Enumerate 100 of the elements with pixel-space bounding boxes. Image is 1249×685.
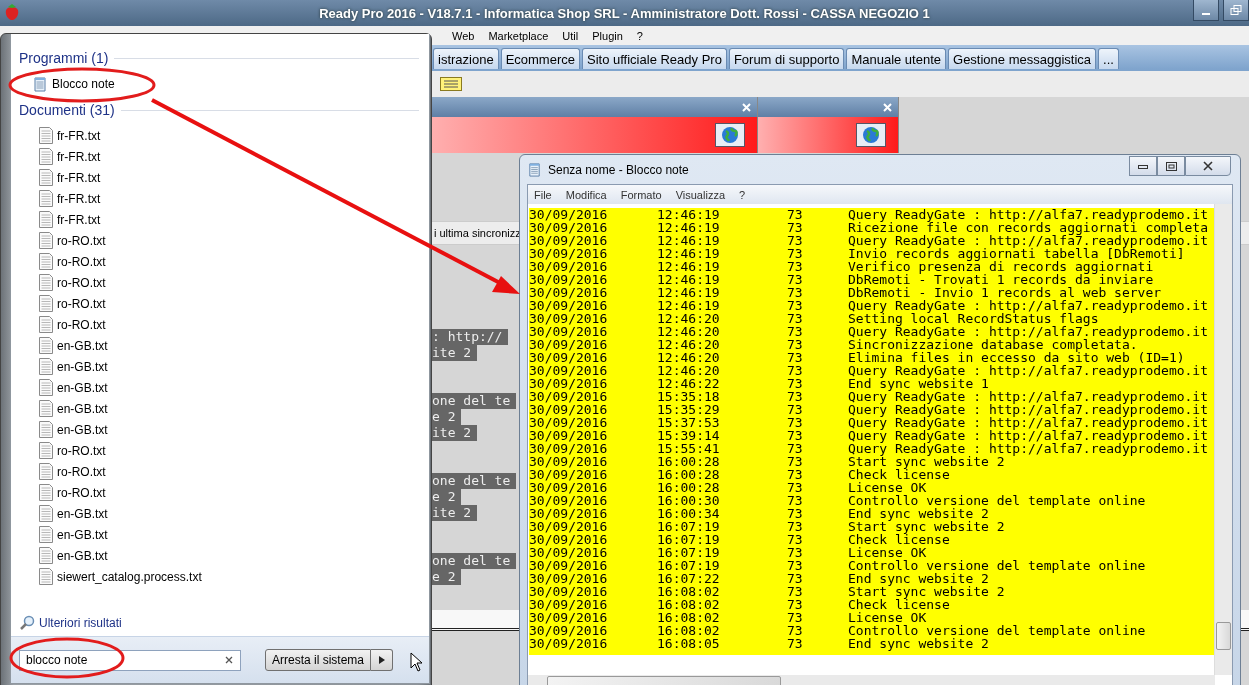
tab[interactable]: istrazione	[433, 48, 499, 69]
log-code: 73	[787, 507, 804, 520]
log-code: 73	[787, 312, 804, 325]
search-result[interactable]: en-GB.txt	[19, 524, 429, 545]
tab[interactable]: Ecommerce	[500, 48, 580, 69]
menu-item[interactable]: File	[534, 188, 552, 201]
log-date: 30/09/2016	[529, 585, 609, 598]
log-time: 12:46:20	[657, 364, 721, 377]
log-code: 73	[787, 247, 804, 260]
search-result[interactable]: siewert_catalog.process.txt	[19, 566, 429, 587]
log-time: 16:00:28	[657, 468, 721, 481]
search-result[interactable]: en-GB.txt	[19, 503, 429, 524]
menu-item[interactable]: ?	[739, 188, 746, 201]
log-code: 73	[787, 390, 804, 403]
window-title: Ready Pro 2016 - V18.7.1 - Informatica Shop SRL - Amministratore Dott. Rossi - CASSA NEGOZIO 1	[319, 5, 930, 21]
search-result[interactable]: en-GB.txt	[19, 335, 429, 356]
notepad-icon	[527, 162, 542, 177]
log-date: 30/09/2016	[529, 338, 609, 351]
log-time: 16:08:02	[657, 624, 721, 637]
more-results-link[interactable]: Ulteriori risultati	[39, 616, 122, 630]
globe-icon[interactable]	[856, 123, 886, 147]
log-time: 15:35:18	[657, 390, 721, 403]
shutdown-button[interactable]: Arresta il sistema	[265, 649, 372, 671]
log-date: 30/09/2016	[529, 481, 609, 494]
search-field[interactable]: blocco note	[19, 649, 241, 671]
document-icon	[39, 337, 53, 354]
document-icon	[39, 211, 53, 228]
log-date: 30/09/2016	[529, 442, 609, 455]
log-code: 73	[787, 364, 804, 377]
clear-icon[interactable]	[225, 655, 233, 664]
maximize-button[interactable]	[1157, 156, 1185, 176]
search-result[interactable]: en-GB.txt	[19, 377, 429, 398]
log-date: 30/09/2016	[529, 403, 609, 416]
log-message: DbRemoti - Invio 1 records al web server	[848, 286, 1163, 299]
search-result[interactable]: fr-FR.txt	[19, 167, 429, 188]
menu-item[interactable]: ?	[636, 29, 643, 42]
document-icon	[39, 526, 53, 543]
log-date: 30/09/2016	[529, 325, 609, 338]
menu-item[interactable]: Web	[452, 29, 475, 42]
log-code: 73	[787, 520, 804, 533]
search-result[interactable]: en-GB.txt	[19, 398, 429, 419]
document-icon	[39, 253, 53, 270]
menu-item[interactable]: Modifica	[565, 188, 607, 201]
log-time: 12:46:20	[657, 351, 721, 364]
log-fragment: : http://	[430, 329, 509, 345]
log-date: 30/09/2016	[529, 520, 609, 533]
menu-item[interactable]: Marketplace	[488, 29, 549, 42]
close-icon[interactable]	[883, 102, 892, 112]
search-result[interactable]: en-GB.txt	[19, 545, 429, 566]
search-result[interactable]: ro-RO.txt	[19, 230, 429, 251]
search-result[interactable]: en-GB.txt	[19, 419, 429, 440]
notes-icon[interactable]	[440, 77, 462, 91]
search-result[interactable]: ro-RO.txt	[19, 482, 429, 503]
tab[interactable]: ...	[1098, 48, 1119, 69]
log-date: 30/09/2016	[529, 559, 609, 572]
tab[interactable]: Forum di supporto	[728, 48, 845, 69]
globe-icon[interactable]	[715, 123, 745, 147]
document-icon	[39, 169, 53, 186]
log-code: 73	[787, 481, 804, 494]
minimize-button[interactable]	[1129, 156, 1157, 176]
menu-item[interactable]: Plugin	[592, 29, 623, 42]
log-time: 16:08:02	[657, 598, 721, 611]
search-result[interactable]: ro-RO.txt	[19, 461, 429, 482]
log-message: Query ReadyGate : http://alfa7.readyprodemo.it	[848, 325, 1210, 338]
log-message: Query ReadyGate : http://alfa7.readyprodemo.it	[848, 234, 1210, 247]
log-code: 73	[787, 416, 804, 429]
tab[interactable]: Manuale utente	[846, 48, 946, 69]
log-date: 30/09/2016	[529, 546, 609, 559]
shutdown-options-button[interactable]	[371, 649, 394, 671]
search-result[interactable]: fr-FR.txt	[19, 209, 429, 230]
close-button[interactable]	[1185, 156, 1231, 176]
log-date: 30/09/2016	[529, 533, 609, 546]
close-icon[interactable]	[742, 102, 751, 112]
search-result[interactable]: fr-FR.txt	[19, 125, 429, 146]
minimize-icon	[1138, 163, 1148, 169]
window-title: Senza nome - Blocco note	[548, 162, 689, 177]
search-result[interactable]: en-GB.txt	[19, 356, 429, 377]
menu-item[interactable]: Formato	[620, 188, 662, 201]
search-result[interactable]: ro-RO.txt	[19, 251, 429, 272]
search-result[interactable]: fr-FR.txt	[19, 146, 429, 167]
menu-item[interactable]: Visualizza	[675, 188, 725, 201]
log-message: Query ReadyGate : http://alfa7.readyprodemo.it	[848, 390, 1210, 403]
log-date: 30/09/2016	[529, 416, 609, 429]
menu-item[interactable]: Util	[562, 29, 579, 42]
search-icon	[19, 615, 35, 631]
search-result[interactable]: ro-RO.txt	[19, 293, 429, 314]
log-code: 73	[787, 338, 804, 351]
minimize-button[interactable]	[1193, 0, 1219, 21]
log-time: 12:46:19	[657, 208, 721, 221]
restore-button[interactable]	[1223, 0, 1249, 21]
log-code: 73	[787, 377, 804, 390]
tab[interactable]: Gestione messaggistica	[948, 48, 1097, 69]
tab[interactable]: Sito ufficiale Ready Pro	[582, 48, 727, 69]
search-result[interactable]: ro-RO.txt	[19, 440, 429, 461]
search-result[interactable]: ro-RO.txt	[19, 314, 429, 335]
log-date: 30/09/2016	[529, 429, 609, 442]
log-time: 16:08:02	[657, 585, 721, 598]
search-result[interactable]: ro-RO.txt	[19, 272, 429, 293]
search-result[interactable]: fr-FR.txt	[19, 188, 429, 209]
log-code: 73	[787, 455, 804, 468]
